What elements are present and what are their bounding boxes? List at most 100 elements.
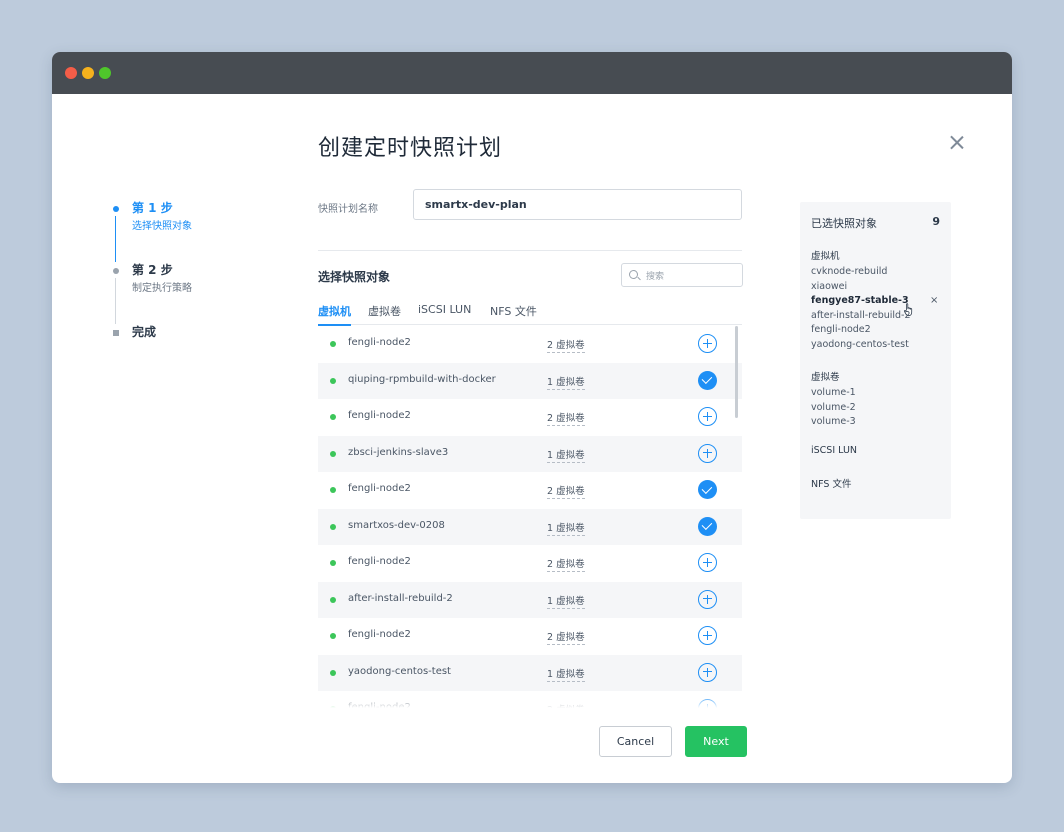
table-row[interactable]: fengli-node2 2 虚拟卷: [318, 399, 742, 436]
status-online-icon: [330, 706, 336, 708]
search-input[interactable]: 搜索: [621, 263, 743, 287]
plus-circle-icon[interactable]: [698, 662, 717, 682]
selected-volume-item[interactable]: volume-2: [811, 401, 856, 416]
selected-vm-item[interactable]: fengli-node2: [811, 323, 871, 338]
check-circle-icon[interactable]: [698, 370, 717, 390]
table-row[interactable]: after-install-rebuild-2 1 虚拟卷: [318, 581, 742, 618]
next-button[interactable]: Next: [685, 726, 747, 757]
table-row[interactable]: zbsci-jenkins-slave3 1 虚拟卷: [318, 435, 742, 472]
panel-title: 已选快照对象: [811, 217, 877, 230]
table-row[interactable]: fengli-node2 2 虚拟卷: [318, 691, 742, 708]
window-close-dot[interactable]: [65, 67, 77, 79]
object-tabs: 虚拟机 虚拟卷 iSCSI LUN NFS 文件: [318, 303, 742, 326]
volume-count[interactable]: 1 虚拟卷: [547, 520, 585, 536]
volume-count[interactable]: 1 虚拟卷: [547, 666, 585, 682]
volume-count[interactable]: 2 虚拟卷: [547, 483, 585, 499]
step-marker-dot-icon: [113, 206, 119, 212]
vm-name: after-install-rebuild-2: [348, 592, 453, 604]
status-online-icon: [330, 487, 336, 493]
steps-nav: 第 1 步 选择快照对象 第 2 步 制定执行策略 完成: [110, 200, 192, 340]
vm-name: fengli-node2: [348, 702, 411, 708]
plan-name-input[interactable]: smartx-dev-plan: [413, 189, 742, 220]
vm-name: zbsci-jenkins-slave3: [348, 446, 449, 458]
table-row[interactable]: fengli-node2 2 虚拟卷: [318, 472, 742, 509]
window-minimize-dot[interactable]: [82, 67, 94, 79]
step-1[interactable]: 第 1 步 选择快照对象: [110, 200, 192, 262]
volume-count[interactable]: 1 虚拟卷: [547, 374, 585, 390]
plus-circle-icon[interactable]: [698, 443, 717, 463]
close-icon[interactable]: [945, 131, 969, 155]
selected-vm-item[interactable]: yaodong-centos-test: [811, 338, 909, 353]
step-1-title: 第 1 步: [132, 201, 173, 215]
volume-count[interactable]: 2 虚拟卷: [547, 410, 585, 426]
step-2[interactable]: 第 2 步 制定执行策略: [110, 262, 192, 324]
plus-circle-icon[interactable]: [698, 626, 717, 645]
volume-count[interactable]: 2 虚拟卷: [547, 629, 585, 645]
volume-count[interactable]: 2 虚拟卷: [547, 702, 585, 708]
volume-count[interactable]: 2 虚拟卷: [547, 337, 585, 353]
vm-name: fengli-node2: [348, 483, 411, 494]
vm-list[interactable]: fengli-node2 2 虚拟卷 qiuping-rpmbuild-with-d…: [318, 326, 742, 708]
plus-circle-icon[interactable]: [698, 334, 717, 353]
cancel-button[interactable]: Cancel: [599, 726, 672, 757]
status-online-icon: [330, 450, 336, 457]
status-online-icon: [330, 523, 336, 530]
check-circle-icon[interactable]: [698, 516, 717, 536]
divider: [318, 250, 742, 251]
table-row[interactable]: yaodong-centos-test 1 虚拟卷: [318, 654, 742, 691]
panel-count: 9: [932, 215, 940, 228]
group-title-iscsi: iSCSI LUN: [811, 445, 858, 456]
selected-vm-item[interactable]: cvknode-rebuild: [811, 265, 887, 280]
step-marker-square-icon: [113, 330, 119, 336]
selected-vm-item[interactable]: after-install-rebuild-2: [811, 309, 911, 324]
plus-circle-icon[interactable]: [698, 699, 717, 708]
table-row[interactable]: fengli-node2 2 虚拟卷: [318, 326, 742, 363]
plus-circle-icon[interactable]: [698, 589, 717, 609]
dialog-title: 创建定时快照计划: [318, 136, 503, 161]
selected-vm-item[interactable]: fengye87-stable-3: [811, 294, 909, 309]
app-window: 创建定时快照计划 第 1 步 选择快照对象 第 2 步 制定执行策略 完成 快照…: [52, 52, 1012, 783]
step-connector: [115, 216, 116, 262]
tab-iscsi-lun[interactable]: iSCSI LUN: [418, 303, 471, 325]
window-maximize-dot[interactable]: [99, 67, 111, 79]
vm-name: smartxos-dev-0208: [348, 519, 445, 531]
tab-nfs-file[interactable]: NFS 文件: [490, 303, 537, 325]
tab-vm[interactable]: 虚拟机: [318, 303, 351, 326]
window-titlebar: [52, 52, 1012, 94]
plus-circle-icon[interactable]: [698, 407, 717, 426]
step-marker-dot-icon: [113, 268, 119, 274]
step-3-title: 完成: [132, 325, 157, 339]
step-3[interactable]: 完成: [110, 324, 192, 340]
table-row[interactable]: fengli-node2 2 虚拟卷: [318, 545, 742, 582]
list-scrollbar[interactable]: [735, 326, 738, 418]
dialog-content: 创建定时快照计划 第 1 步 选择快照对象 第 2 步 制定执行策略 完成 快照…: [52, 94, 1012, 783]
table-row[interactable]: smartxos-dev-0208 1 虚拟卷: [318, 508, 742, 545]
table-row[interactable]: fengli-node2 2 虚拟卷: [318, 618, 742, 655]
volume-count[interactable]: 1 虚拟卷: [547, 447, 585, 463]
status-online-icon: [330, 377, 336, 384]
vm-name: fengli-node2: [348, 629, 411, 640]
vm-name: fengli-node2: [348, 337, 411, 348]
selected-volume-item[interactable]: volume-3: [811, 415, 856, 430]
step-2-title: 第 2 步: [132, 263, 173, 277]
volume-count[interactable]: 2 虚拟卷: [547, 556, 585, 572]
vm-name: fengli-node2: [348, 410, 411, 421]
plus-circle-icon[interactable]: [698, 553, 717, 572]
step-connector: [115, 278, 116, 324]
group-title-volume: 虚拟卷: [811, 372, 840, 383]
selected-vm-item[interactable]: xiaowei: [811, 280, 847, 295]
vm-name: fengli-node2: [348, 556, 411, 567]
selected-volume-item[interactable]: volume-1: [811, 386, 856, 401]
tab-volume[interactable]: 虚拟卷: [368, 303, 401, 325]
table-row[interactable]: qiuping-rpmbuild-with-docker 1 虚拟卷: [318, 362, 742, 399]
remove-item-icon[interactable]: ×: [930, 295, 938, 306]
volume-count[interactable]: 1 虚拟卷: [547, 593, 585, 609]
status-online-icon: [330, 633, 336, 639]
vm-name: yaodong-centos-test: [348, 665, 451, 677]
check-circle-icon[interactable]: [698, 480, 717, 499]
group-title-vm: 虚拟机: [811, 251, 840, 262]
selected-objects-panel: 已选快照对象 9 虚拟机 cvknode-rebuild xiaowei fen…: [800, 202, 951, 519]
status-online-icon: [330, 341, 336, 347]
step-1-subtitle: 选择快照对象: [132, 221, 192, 232]
group-title-nfs: NFS 文件: [811, 479, 852, 490]
